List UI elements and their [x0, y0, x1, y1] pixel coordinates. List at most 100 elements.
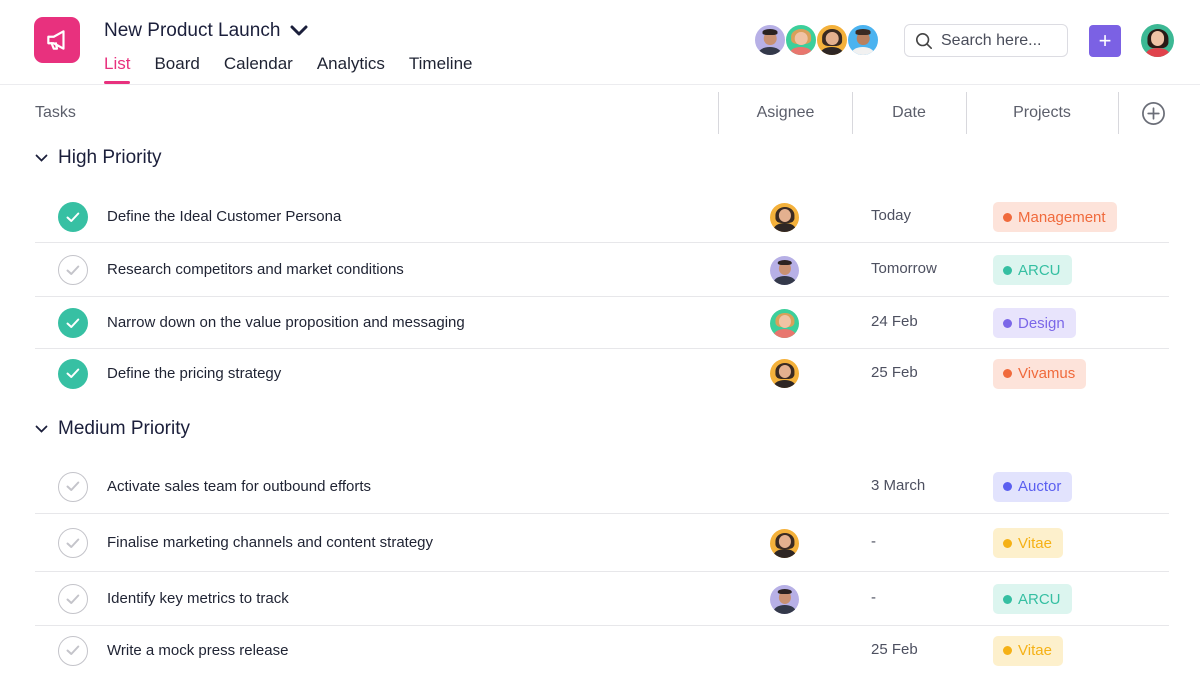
due-date[interactable]: 25 Feb	[871, 364, 918, 381]
chevron-down-icon	[35, 425, 48, 433]
tab-analytics[interactable]: Analytics	[317, 54, 385, 84]
project-tag-label: Vitae	[1018, 642, 1052, 659]
header-divider	[0, 84, 1200, 85]
due-date[interactable]: Today	[871, 207, 911, 224]
group-title: High Priority	[58, 147, 162, 168]
assignee-avatar-man-beard[interactable]	[770, 255, 799, 285]
task-row[interactable]: Write a mock press release 25 Feb Vitae	[35, 627, 1169, 675]
column-header-tasks: Tasks	[35, 104, 76, 121]
column-divider	[1118, 92, 1119, 134]
project-tag[interactable]: Vivamus	[993, 358, 1087, 389]
task-checkbox[interactable]	[58, 584, 88, 614]
column-header-projects[interactable]: Projects	[966, 92, 1118, 134]
project-tag-label: ARCU	[1018, 261, 1061, 279]
search-box[interactable]	[904, 24, 1068, 57]
task-checkbox[interactable]	[58, 635, 88, 666]
task-name[interactable]: Write a mock press release	[107, 642, 288, 659]
add-column-icon[interactable]	[1141, 101, 1166, 126]
task-checkbox-checked[interactable]	[58, 202, 88, 232]
due-date[interactable]: Tomorrow	[871, 260, 937, 277]
group-title: Medium Priority	[58, 418, 190, 439]
project-tag[interactable]: ARCU	[993, 255, 1072, 285]
due-date[interactable]: 24 Feb	[871, 313, 918, 330]
megaphone-icon	[47, 30, 65, 50]
checkmark-icon	[66, 368, 80, 378]
view-tabs: List Board Calendar Analytics Timeline	[104, 54, 472, 84]
project-tag[interactable]: Vitae	[993, 635, 1063, 666]
checkmark-icon	[66, 212, 80, 222]
task-row[interactable]: Identify key metrics to track - ARCU	[35, 573, 1169, 626]
task-checkbox-checked[interactable]	[58, 358, 88, 389]
project-tag[interactable]: Design	[993, 308, 1076, 338]
avatar-woman-bun[interactable]	[847, 24, 879, 56]
chevron-down-icon	[35, 154, 48, 162]
project-tag-label: Management	[1018, 208, 1106, 226]
app-icon[interactable]	[34, 17, 80, 63]
checkmark-icon	[66, 645, 80, 655]
project-tag[interactable]: Vitae	[993, 528, 1063, 558]
task-row[interactable]: Narrow down on the value proposition and…	[35, 298, 1169, 349]
search-input[interactable]	[941, 31, 1061, 50]
project-color-dot	[1003, 212, 1012, 222]
project-tag[interactable]: Management	[993, 202, 1117, 232]
task-row[interactable]: Research competitors and market conditio…	[35, 244, 1169, 297]
task-name[interactable]: Narrow down on the value proposition and…	[107, 314, 465, 331]
assignee-avatar-woman-hat[interactable]	[770, 359, 799, 388]
project-tag-label: ARCU	[1018, 590, 1061, 608]
project-tag-label: Design	[1018, 314, 1065, 332]
task-name[interactable]: Activate sales team for outbound efforts	[107, 478, 371, 495]
tab-timeline[interactable]: Timeline	[409, 54, 473, 84]
avatar-man-beard[interactable]	[754, 24, 786, 56]
user-avatar[interactable]	[1141, 24, 1174, 57]
column-header-date[interactable]: Date	[852, 92, 966, 134]
project-color-dot	[1003, 482, 1012, 491]
checkmark-icon	[66, 594, 80, 604]
project-color-dot	[1003, 369, 1012, 378]
task-row[interactable]: Activate sales team for outbound efforts…	[35, 460, 1169, 514]
assignee-avatar-woman-hat[interactable]	[770, 528, 799, 558]
task-checkbox[interactable]	[58, 471, 88, 502]
assignee-avatar-man-beard[interactable]	[770, 584, 799, 614]
task-checkbox[interactable]	[58, 528, 88, 558]
team-avatars[interactable]	[754, 24, 879, 56]
project-tag[interactable]: ARCU	[993, 584, 1072, 614]
group-header[interactable]: High Priority	[35, 147, 161, 169]
project-tag[interactable]: Auctor	[993, 471, 1073, 502]
task-name[interactable]: Research competitors and market conditio…	[107, 261, 404, 278]
due-date[interactable]: 3 March	[871, 477, 925, 494]
avatar-woman-hat[interactable]	[816, 24, 848, 56]
tab-board[interactable]: Board	[154, 54, 199, 84]
task-checkbox[interactable]	[58, 255, 88, 285]
task-name[interactable]: Identify key metrics to track	[107, 590, 289, 607]
tab-list[interactable]: List	[104, 54, 131, 84]
task-row[interactable]: Finalise marketing channels and content …	[35, 515, 1169, 572]
assignee-avatar-woman-hat[interactable]	[770, 202, 799, 232]
task-name[interactable]: Define the Ideal Customer Persona	[107, 208, 341, 225]
task-name[interactable]: Define the pricing strategy	[107, 365, 281, 382]
assignee-avatar-woman-curly[interactable]	[770, 308, 799, 338]
checkmark-icon	[66, 265, 80, 275]
checkmark-icon	[66, 481, 80, 491]
add-button[interactable]: +	[1089, 25, 1121, 57]
task-name[interactable]: Finalise marketing channels and content …	[107, 534, 433, 551]
project-color-dot	[1003, 265, 1012, 275]
checkmark-icon	[66, 318, 80, 328]
project-color-dot	[1003, 538, 1012, 548]
project-title: New Product Launch	[104, 20, 281, 41]
column-header-assignee[interactable]: Asignee	[719, 92, 852, 134]
due-date[interactable]: -	[871, 533, 876, 550]
chevron-down-icon	[290, 25, 308, 36]
project-tag-label: Auctor	[1018, 478, 1062, 495]
avatar-woman-curly[interactable]	[785, 24, 817, 56]
task-row[interactable]: Define the Ideal Customer Persona Today Ma…	[35, 192, 1169, 243]
group-header[interactable]: Medium Priority	[35, 418, 190, 440]
project-color-dot	[1003, 594, 1012, 604]
project-tag-label: Vivamus	[1018, 365, 1076, 382]
task-row[interactable]: Define the pricing strategy 25 Feb Vivamus	[35, 350, 1169, 398]
project-title-dropdown[interactable]: New Product Launch	[104, 20, 308, 42]
tab-calendar[interactable]: Calendar	[224, 54, 293, 84]
due-date[interactable]: 25 Feb	[871, 641, 918, 658]
task-checkbox-checked[interactable]	[58, 308, 88, 338]
due-date[interactable]: -	[871, 589, 876, 606]
project-tag-label: Vitae	[1018, 534, 1052, 552]
